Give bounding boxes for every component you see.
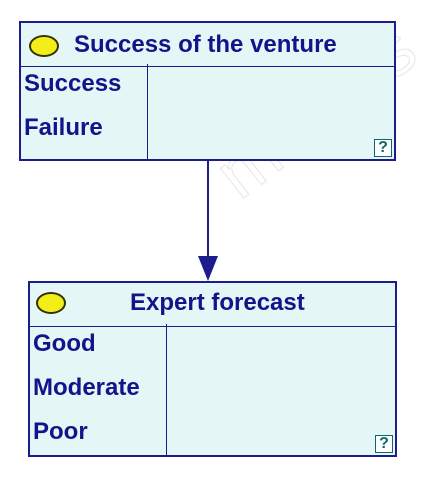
help-icon[interactable]: ? [375,435,393,453]
state-label: Moderate [33,374,140,401]
node-success-of-the-venture[interactable]: Success of the venture Success Failure ? [19,21,396,161]
node-header: Expert forecast [30,283,395,327]
state-label: Good [33,330,96,357]
node-states-panel: Success Failure [21,64,148,159]
node-states-panel: Good Moderate Poor [30,324,167,455]
node-title: Expert forecast [130,289,305,316]
node-expert-forecast[interactable]: Expert forecast Good Moderate Poor ? [28,281,397,457]
help-icon[interactable]: ? [374,139,392,157]
state-label: Poor [33,418,88,445]
edge-arrowhead [198,256,218,281]
state-label: Failure [24,114,103,141]
node-status-oval-icon [36,292,66,314]
node-header: Success of the venture [21,23,394,67]
node-title: Success of the venture [74,31,337,58]
state-label: Success [24,70,122,97]
diagram-canvas: mic Us Success of the venture Success Fa… [0,0,436,479]
node-status-oval-icon [29,35,59,57]
